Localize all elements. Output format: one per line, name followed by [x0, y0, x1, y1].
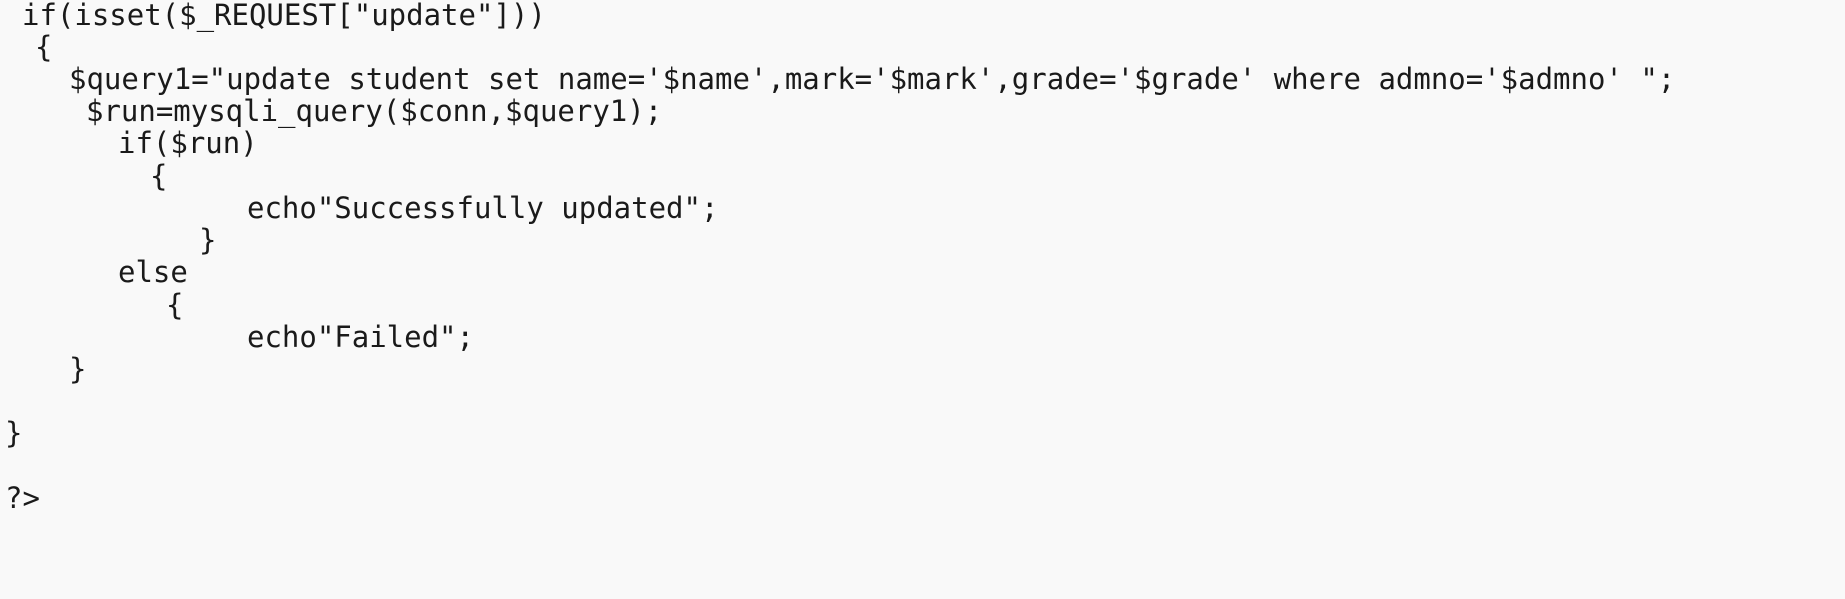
code-line: ?> — [5, 481, 40, 515]
code-line: { — [35, 30, 53, 64]
code-line: echo"Failed"; — [247, 320, 474, 354]
code-line: } — [69, 352, 87, 386]
code-line: if($run) — [118, 126, 258, 160]
code-block: if(isset($_REQUEST["update"])) { $query1… — [0, 0, 1845, 599]
code-line: if(isset($_REQUEST["update"])) — [22, 0, 546, 32]
code-line: { — [166, 288, 184, 322]
code-line: } — [199, 223, 217, 257]
code-line: echo"Successfully updated"; — [247, 191, 719, 225]
code-line: } — [5, 416, 23, 450]
code-line: { — [150, 159, 168, 193]
